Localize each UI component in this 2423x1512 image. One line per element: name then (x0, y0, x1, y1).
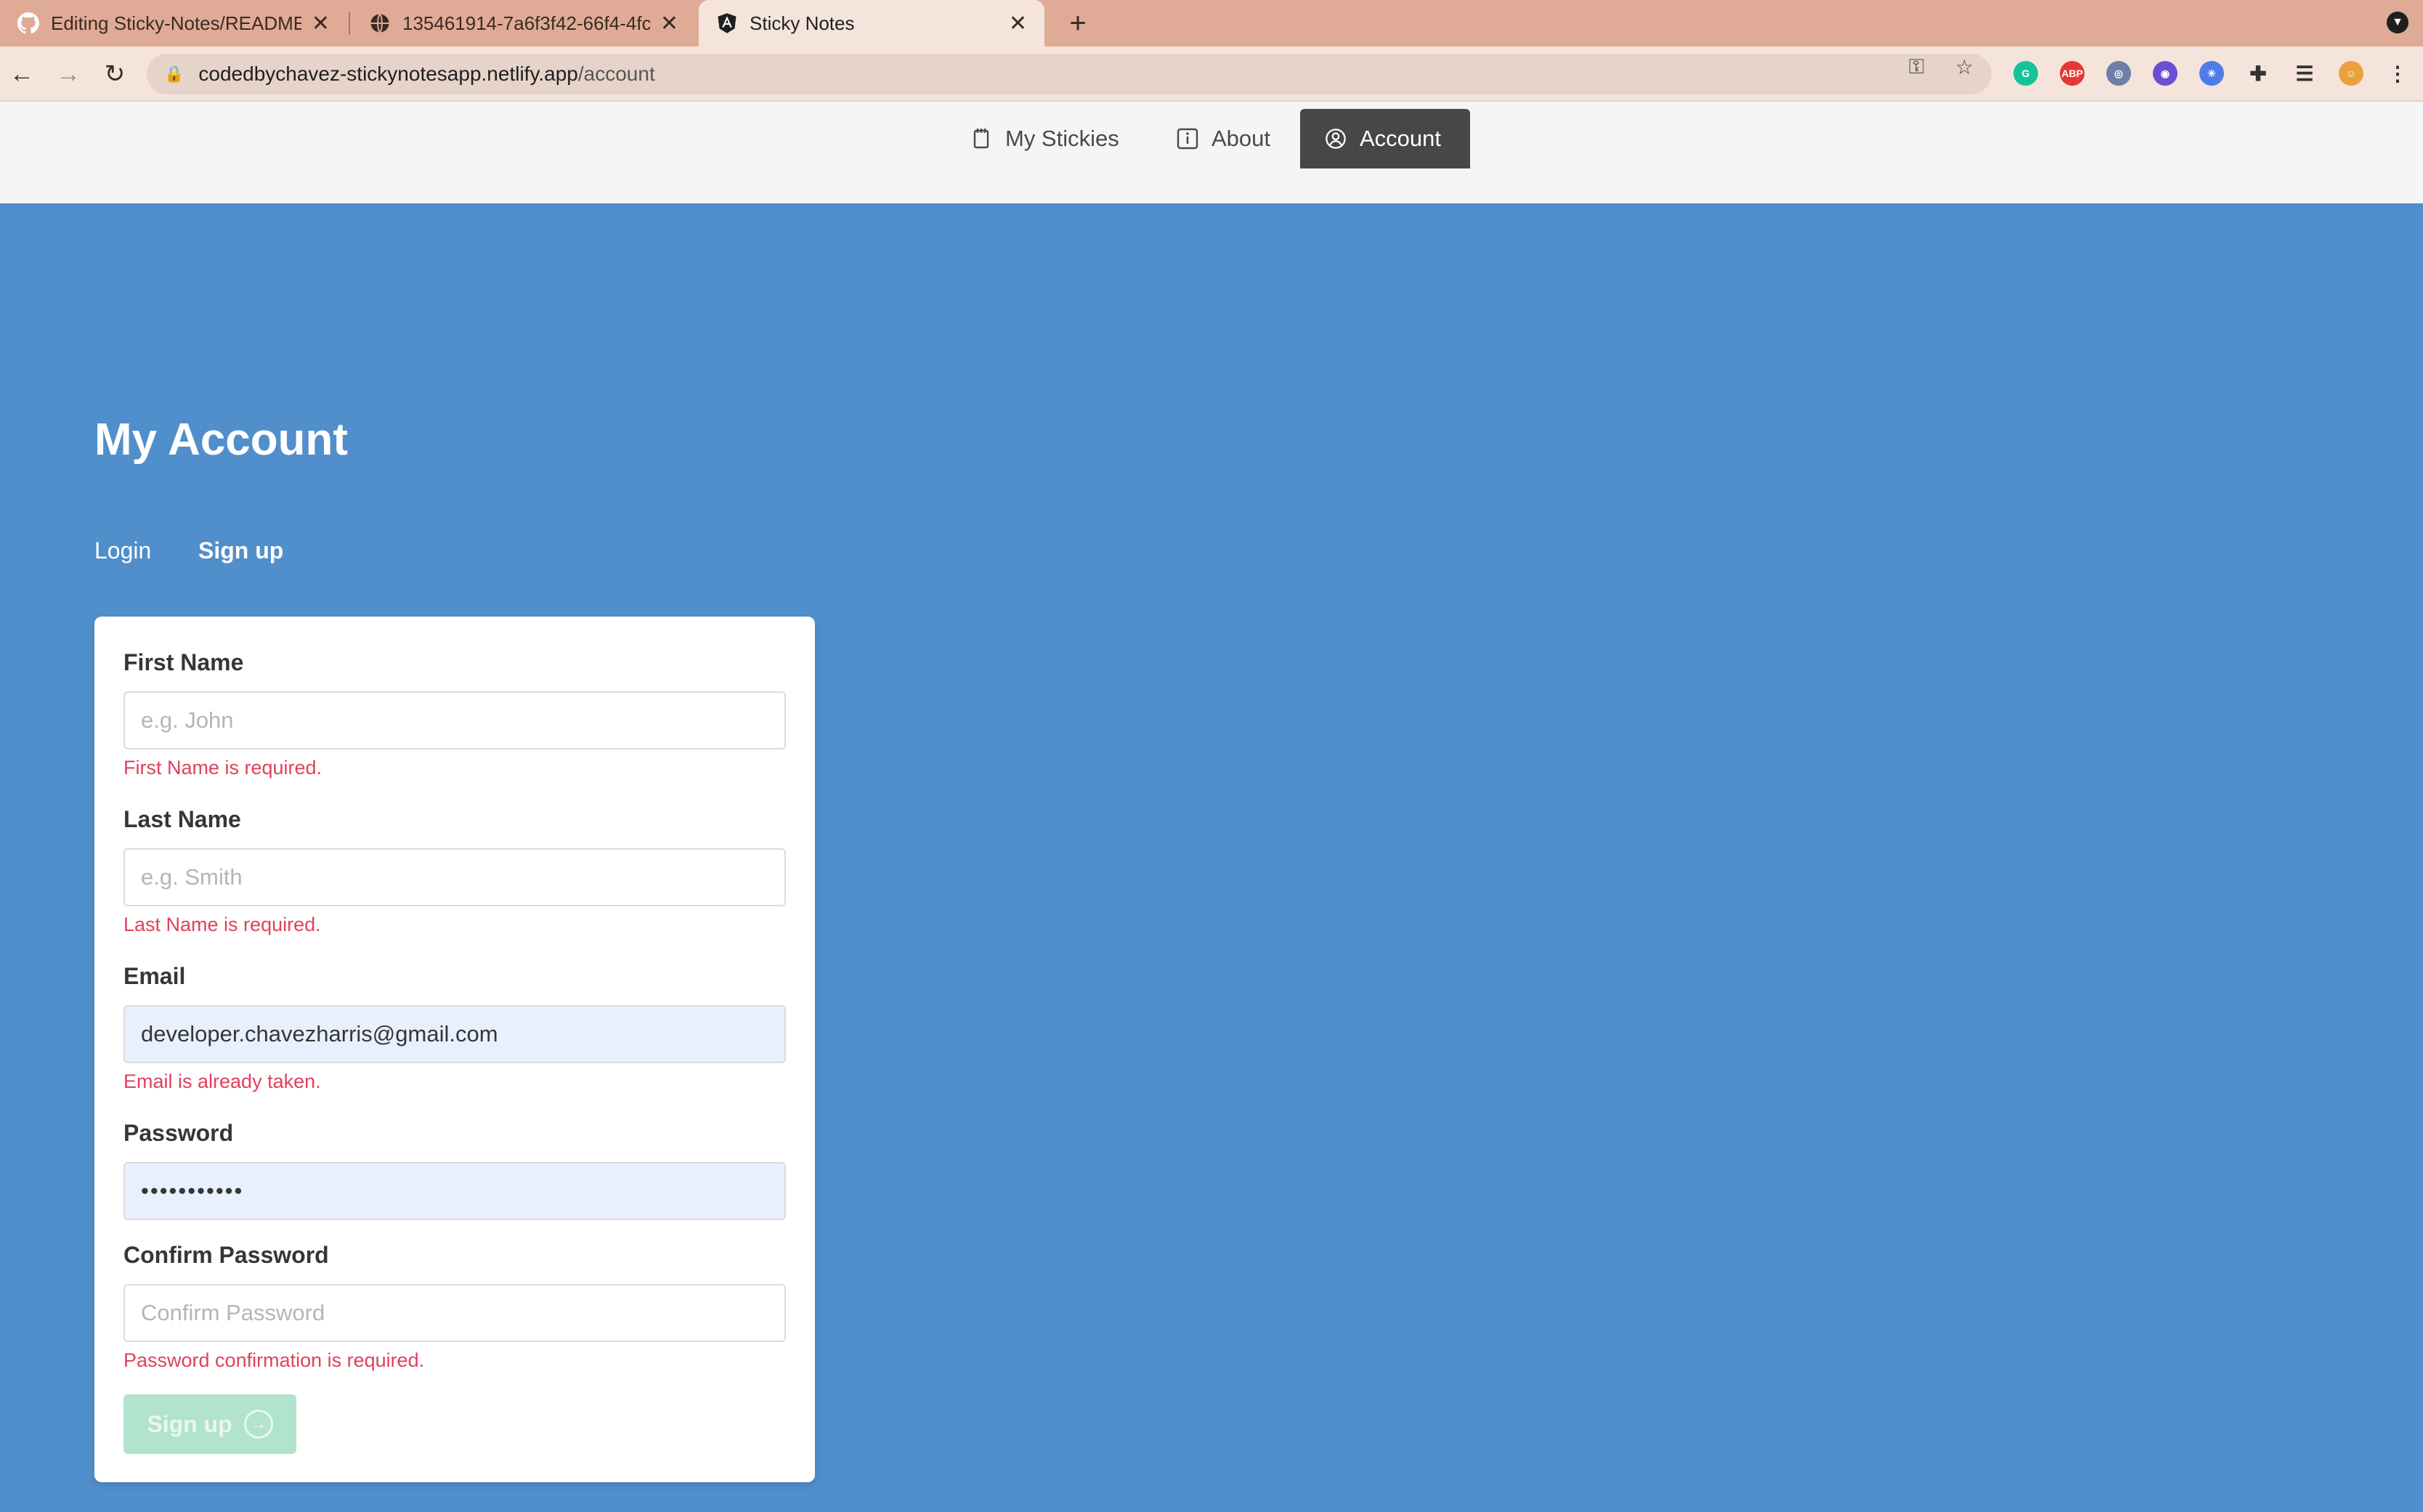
menu-dots-icon[interactable]: ⋮ (2385, 61, 2410, 86)
confirm-password-error: Password confirmation is required. (123, 1349, 425, 1371)
tab-search-icon[interactable]: ▼ (2387, 12, 2408, 33)
password-label: Password (123, 1120, 234, 1146)
url-path: /account (577, 62, 655, 85)
robot-icon[interactable]: ◉ (2153, 61, 2178, 86)
last-name-input[interactable] (123, 848, 786, 906)
browser-toolbar: ← → ↻ 🔒 codedbychavez-stickynotesapp.net… (0, 46, 2423, 102)
puzzle-icon[interactable]: ✚ (2246, 61, 2270, 86)
nav-my-stickies[interactable]: My Stickies (946, 109, 1144, 168)
signup-form-card: First Name First Name is required. Last … (94, 617, 815, 1482)
confirm-password-label: Confirm Password (123, 1242, 329, 1268)
nav-account[interactable]: Account (1300, 109, 1470, 168)
lock-icon: 🔒 (164, 65, 184, 83)
snowflake-icon[interactable]: ✳ (2199, 61, 2224, 86)
url-host: codedbychavez-stickynotesapp.netlify.app (198, 62, 578, 85)
first-name-error: First Name is required. (123, 757, 322, 779)
last-name-error: Last Name is required. (123, 914, 321, 935)
first-name-label: First Name (123, 649, 244, 675)
new-tab-button[interactable]: + (1060, 6, 1095, 41)
globe-icon (369, 12, 391, 34)
page-title: My Account (94, 415, 349, 465)
tab-title: 135461914-7a6f3f42-66f4-4fc (402, 12, 650, 34)
media-queue-icon[interactable]: ☰ (2292, 61, 2317, 86)
adblock-icon[interactable]: ABP (2060, 61, 2085, 86)
address-bar[interactable]: 🔒 codedbychavez-stickynotesapp.netlify.a… (147, 54, 1992, 94)
nav-about[interactable]: About (1152, 109, 1295, 168)
user-circle-icon (1325, 128, 1347, 150)
browser-tab-github[interactable]: Editing Sticky-Notes/README.m ✕ (0, 0, 347, 46)
nav-label: About (1212, 126, 1271, 151)
tab-login[interactable]: Login (94, 537, 151, 564)
nav-label: Account (1360, 126, 1442, 151)
nav-label: My Stickies (1005, 126, 1119, 151)
back-arrow-icon[interactable]: ← (4, 57, 39, 92)
browser-tab-sticky-notes[interactable]: Sticky Notes ✕ (699, 0, 1044, 46)
reload-icon[interactable]: ↻ (97, 57, 132, 92)
tab-separator (349, 12, 350, 35)
signup-button[interactable]: Sign up → (123, 1394, 296, 1454)
password-field[interactable] (123, 1162, 786, 1220)
email-label: Email (123, 963, 186, 989)
browser-tab-strip: Editing Sticky-Notes/README.m ✕ 13546191… (0, 0, 2423, 46)
email-field[interactable] (123, 1005, 786, 1063)
extension-glasses-icon[interactable]: ◎ (2106, 61, 2131, 86)
email-error: Email is already taken. (123, 1070, 321, 1092)
notepad-icon (970, 128, 992, 150)
app-navbar: My Stickies About Account (0, 102, 2423, 203)
info-icon (1177, 128, 1198, 150)
close-icon[interactable]: ✕ (312, 11, 330, 36)
close-icon[interactable]: ✕ (1009, 11, 1027, 36)
close-icon[interactable]: ✕ (660, 11, 678, 36)
key-icon[interactable]: ⚿ (1909, 55, 1924, 79)
arrow-circle-right-icon: → (243, 1410, 273, 1439)
browser-tab-image[interactable]: 135461914-7a6f3f42-66f4-4fc ✕ (352, 0, 696, 46)
confirm-password-field[interactable] (123, 1284, 786, 1342)
star-icon[interactable]: ☆ (1955, 55, 1973, 79)
tab-title: Sticky Notes (750, 12, 855, 34)
tab-title: Editing Sticky-Notes/README.m (51, 12, 301, 34)
tab-signup[interactable]: Sign up (198, 537, 283, 564)
grammarly-icon[interactable]: G (2013, 61, 2038, 86)
first-name-input[interactable] (123, 691, 786, 749)
forward-arrow-icon[interactable]: → (51, 57, 86, 92)
signup-button-label: Sign up (147, 1410, 232, 1437)
github-icon (17, 12, 39, 34)
angular-icon (716, 12, 738, 34)
last-name-label: Last Name (123, 806, 241, 832)
avatar[interactable]: ☺ (2339, 61, 2363, 86)
